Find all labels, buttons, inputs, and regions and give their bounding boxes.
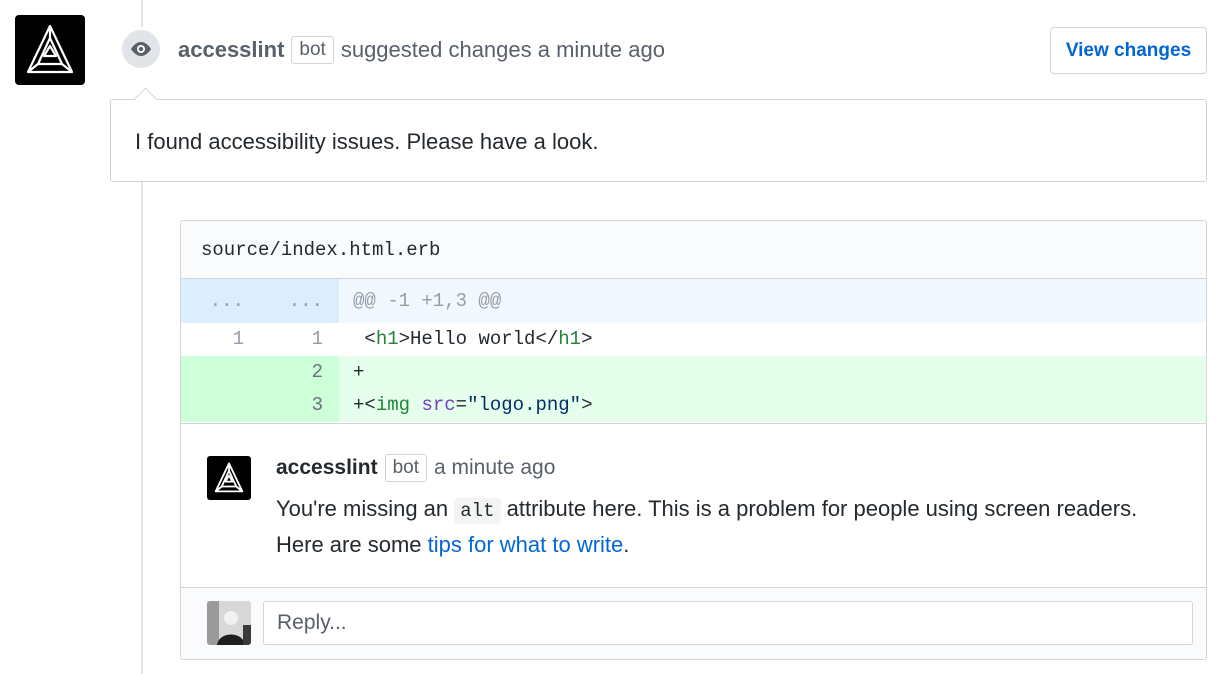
- new-line-number[interactable]: 1: [260, 323, 339, 356]
- old-line-number[interactable]: [181, 356, 260, 389]
- review-comment: I found accessibility issues. Please hav…: [110, 99, 1207, 182]
- bot-badge: bot: [291, 36, 334, 64]
- hunk-old-num[interactable]: ...: [181, 279, 260, 323]
- inline-code: alt: [454, 498, 501, 524]
- accesslint-logo-icon: [26, 24, 74, 74]
- event-header: accesslint bot suggested changes a minut…: [178, 34, 665, 66]
- inline-comment-body: You're missing an alt attribute here. Th…: [276, 492, 1156, 561]
- comment-text: You're missing an: [276, 496, 449, 521]
- event-action-text: suggested changes a minute ago: [340, 37, 665, 62]
- diff-line-addition: 2 +: [181, 356, 1206, 389]
- comment-text: .: [623, 532, 630, 557]
- bot-badge: bot: [384, 454, 427, 482]
- view-changes-button[interactable]: View changes: [1050, 27, 1207, 74]
- user-photo-icon: [207, 601, 251, 645]
- new-line-number[interactable]: 3: [260, 389, 339, 422]
- new-line-number[interactable]: 2: [260, 356, 339, 389]
- accesslint-logo-icon: [214, 462, 244, 493]
- hunk-row[interactable]: ... ... @@ -1 +1,3 @@: [181, 279, 1206, 323]
- diff-line: 1 1 <h1>Hello world</h1>: [181, 323, 1206, 356]
- comment-time[interactable]: a minute ago: [434, 456, 555, 480]
- diff-file: source/index.html.erb ... ... @@ -1 +1,3…: [180, 220, 1207, 660]
- event-badge: [119, 27, 163, 71]
- author-link[interactable]: accesslint: [178, 37, 284, 63]
- file-path-text: source/index.html.erb: [201, 238, 441, 261]
- old-line-number[interactable]: 1: [181, 323, 260, 356]
- author-link[interactable]: accesslint: [276, 456, 378, 480]
- inline-comment-header: accesslint bot a minute ago: [276, 454, 555, 482]
- file-path[interactable]: source/index.html.erb: [181, 221, 1206, 279]
- old-line-number[interactable]: [181, 389, 260, 422]
- tips-link[interactable]: tips for what to write: [428, 532, 624, 557]
- eye-icon: [131, 42, 151, 56]
- reply-area: [181, 587, 1206, 659]
- inline-comment: accesslint bot a minute ago You're missi…: [181, 423, 1206, 587]
- diff-code: +<img src="logo.png">: [353, 394, 593, 416]
- hunk-new-num[interactable]: ...: [260, 279, 339, 323]
- timeline-line-top: [141, 0, 143, 28]
- accesslint-avatar[interactable]: [207, 456, 251, 500]
- diff-line-addition: 3 +<img src="logo.png">: [181, 389, 1206, 422]
- reply-input[interactable]: [263, 601, 1193, 645]
- review-body: I found accessibility issues. Please hav…: [135, 129, 599, 154]
- diff-code: +: [353, 361, 365, 383]
- accesslint-avatar[interactable]: [15, 15, 85, 85]
- timeline-line: [141, 182, 143, 674]
- user-avatar[interactable]: [207, 601, 251, 645]
- hunk-header: @@ -1 +1,3 @@: [339, 279, 1206, 323]
- diff-code: <h1>Hello world</h1>: [353, 328, 593, 350]
